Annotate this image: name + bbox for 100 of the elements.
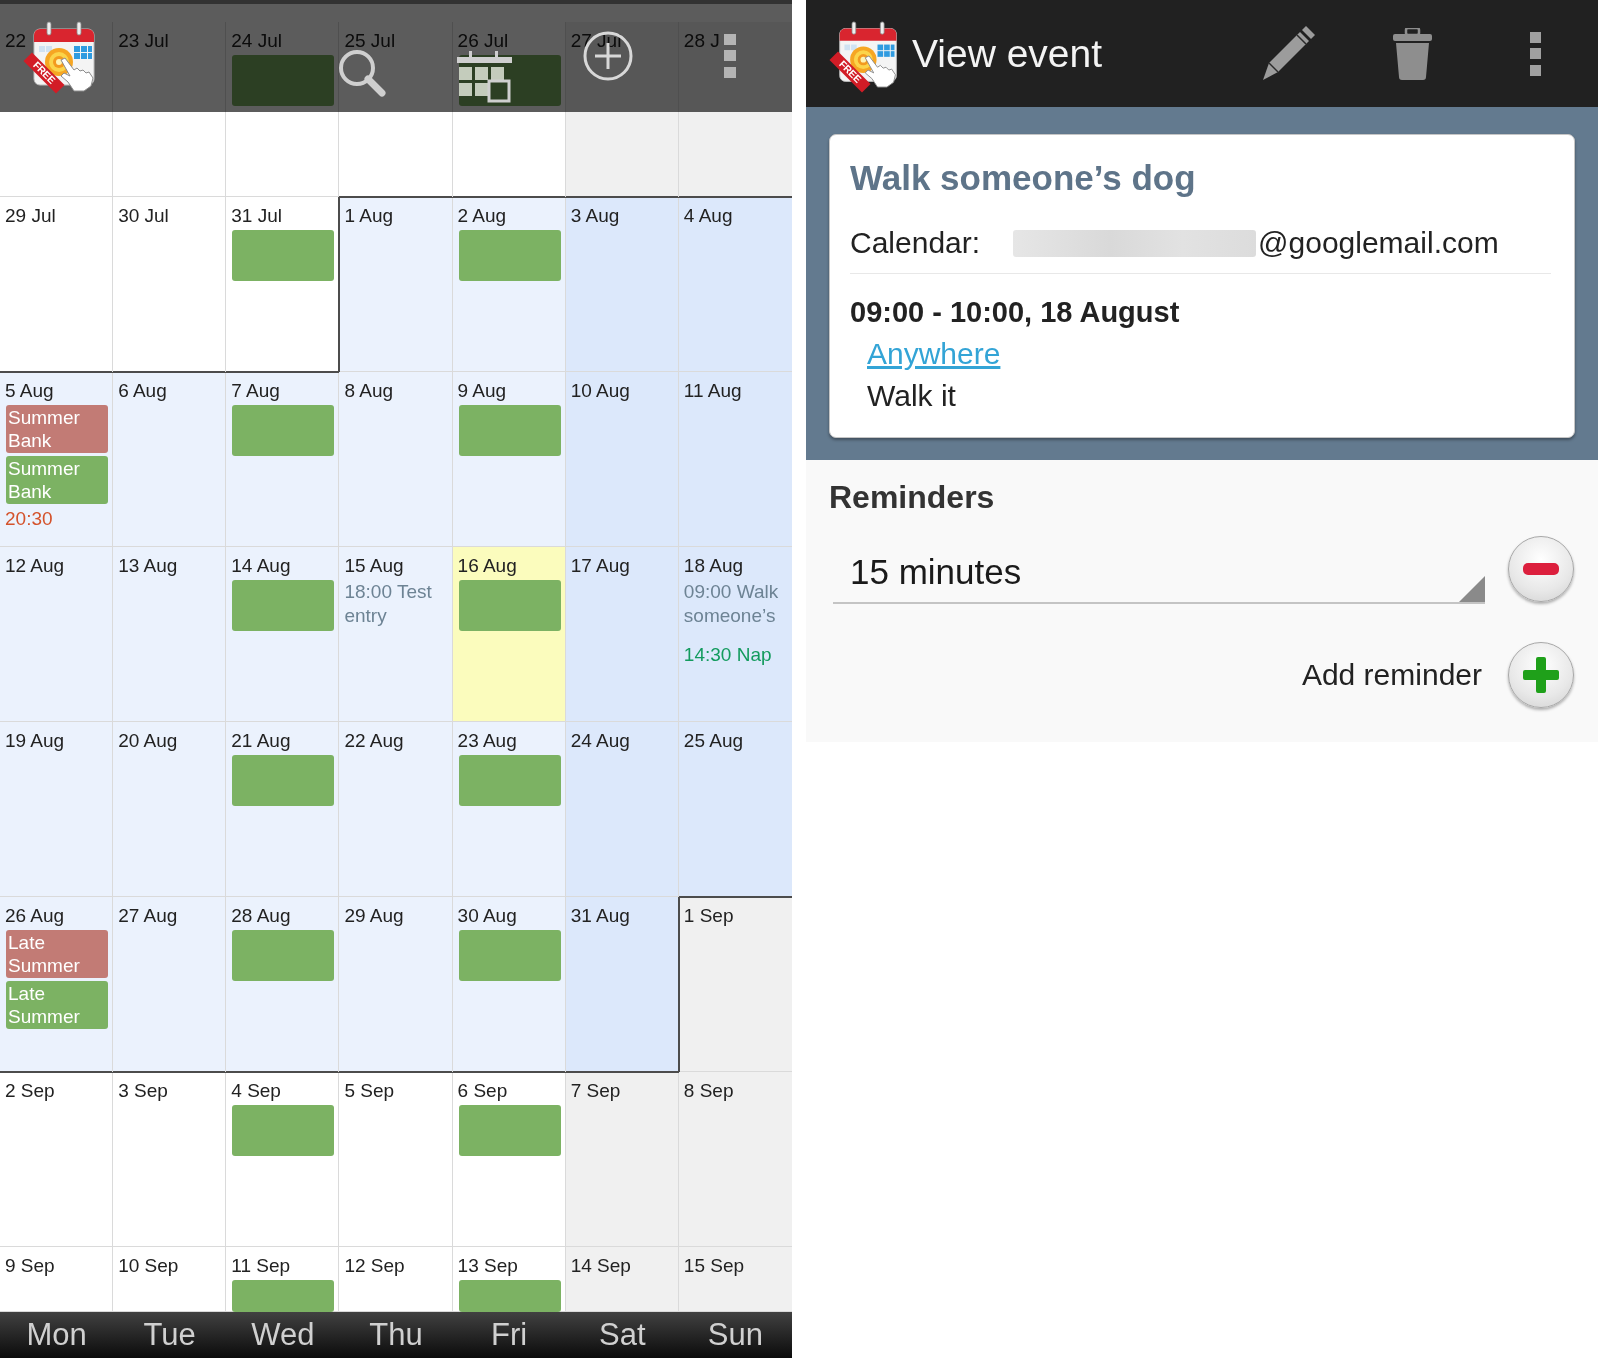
day-cell[interactable]: 1 Sep xyxy=(678,897,792,1072)
day-cell[interactable]: 3 Aug xyxy=(565,197,679,372)
date-label: 14 Sep xyxy=(570,1255,631,1277)
trash-icon[interactable] xyxy=(1392,27,1433,80)
weekday-label: Thu xyxy=(369,1316,423,1354)
day-cell[interactable]: 4 Sep xyxy=(226,1072,340,1247)
day-cell[interactable]: 9 Sep xyxy=(0,1247,114,1312)
day-cell[interactable]: 15 Aug 18:00 Test entry xyxy=(339,547,453,722)
day-cell[interactable]: 30 Aug xyxy=(452,897,566,1072)
date-label: 5 Aug xyxy=(5,380,54,402)
date-label: 2 Sep xyxy=(5,1080,55,1102)
event-text[interactable]: 18:00 Test entry xyxy=(344,580,450,628)
dropdown-corner-icon xyxy=(1459,576,1485,602)
day-cell[interactable]: 8 Aug xyxy=(339,372,453,547)
day-cell[interactable]: 10 Sep xyxy=(113,1247,227,1312)
date-label: 22 xyxy=(5,30,27,52)
day-cell[interactable]: 13 Sep xyxy=(452,1247,566,1312)
day-cell[interactable]: 12 Aug xyxy=(0,547,114,722)
date-label: 23 Jul xyxy=(118,30,169,52)
day-cell[interactable]: 31 Jul xyxy=(226,197,340,372)
day-cell[interactable]: 15 Sep xyxy=(678,1247,792,1312)
date-label: 9 Sep xyxy=(5,1255,55,1277)
weekday-label: Mon xyxy=(26,1316,87,1354)
remove-reminder-button[interactable] xyxy=(1508,536,1574,602)
date-label: 10 Aug xyxy=(570,380,630,402)
day-cell[interactable]: 6 Sep xyxy=(452,1072,566,1247)
event-text[interactable]: 20:30 xyxy=(5,507,53,531)
day-cell[interactable]: 13 Aug xyxy=(113,547,227,722)
day-cell[interactable]: 14 Aug xyxy=(226,547,340,722)
add-reminder-button[interactable] xyxy=(1508,642,1574,708)
day-cell[interactable]: 19 Aug xyxy=(0,722,114,897)
plus-icon xyxy=(1523,657,1559,693)
day-cell[interactable]: 31 Aug xyxy=(565,897,679,1072)
day-cell[interactable]: 1 Aug xyxy=(339,197,453,372)
day-cell[interactable]: 11 Aug xyxy=(678,372,792,547)
date-label: 23 Aug xyxy=(457,730,517,752)
date-label: 11 Aug xyxy=(683,380,742,402)
date-label: 11 Sep xyxy=(231,1255,291,1277)
date-label: 13 Sep xyxy=(457,1255,518,1277)
date-label: 15 Sep xyxy=(683,1255,745,1277)
day-cell[interactable]: 12 Sep xyxy=(339,1247,453,1312)
date-label: 12 Sep xyxy=(344,1255,405,1277)
weekday-label: Sun xyxy=(707,1316,763,1354)
search-icon[interactable] xyxy=(337,48,387,98)
day-cell[interactable]: 16 Aug xyxy=(452,547,566,722)
date-label: 29 Jul xyxy=(5,205,56,227)
day-cell[interactable]: 22 Aug xyxy=(339,722,453,897)
calendar-grid-icon[interactable] xyxy=(457,51,512,103)
day-cell[interactable]: 2 Aug xyxy=(452,197,566,372)
date-label: 20 Aug xyxy=(118,730,178,752)
day-cell[interactable]: 21 Aug xyxy=(226,722,340,897)
menu-icon[interactable] xyxy=(1530,31,1541,76)
menu-icon[interactable] xyxy=(724,34,736,78)
date-label: 7 Aug xyxy=(231,380,280,402)
event-title: Walk someone’s dog xyxy=(850,157,1196,199)
date-label: 18 Aug xyxy=(683,555,743,577)
day-cell[interactable]: 7 Aug xyxy=(226,372,340,547)
day-cell[interactable]: 24 Aug xyxy=(565,722,679,897)
day-cell[interactable]: 29 Jul xyxy=(0,197,114,372)
date-label: 26 Jul xyxy=(457,30,509,52)
day-cell[interactable]: 25 Aug xyxy=(678,722,792,897)
date-label: 9 Aug xyxy=(457,380,507,402)
day-cell[interactable]: 2 Sep xyxy=(0,1072,114,1247)
day-cell[interactable]: 10 Aug xyxy=(565,372,679,547)
day-cell[interactable]: 17 Aug xyxy=(565,547,679,722)
date-label: 4 Aug xyxy=(683,205,733,227)
date-label: 12 Aug xyxy=(5,555,65,577)
date-label: 25 Jul xyxy=(344,30,396,52)
date-label: 28 Aug xyxy=(231,905,291,927)
date-label: 24 Aug xyxy=(570,730,630,752)
day-cell[interactable]: 4 Aug xyxy=(678,197,792,372)
day-cell[interactable]: 30 Jul xyxy=(113,197,227,372)
screen-title: View event xyxy=(912,31,1103,76)
day-cell[interactable]: 28 Aug xyxy=(226,897,340,1072)
day-cell[interactable]: 7 Sep xyxy=(565,1072,679,1247)
date-label: 16 Aug xyxy=(457,555,517,577)
day-cell[interactable]: 29 Aug xyxy=(339,897,453,1072)
day-cell[interactable]: 14 Sep xyxy=(565,1247,679,1312)
day-cell[interactable]: 6 Aug xyxy=(113,372,227,547)
reminder-dropdown[interactable]: 15 minutes xyxy=(833,542,1485,604)
day-cell[interactable]: 27 Aug xyxy=(113,897,227,1072)
event-description: Walk it xyxy=(867,378,956,414)
date-label: 21 Aug xyxy=(231,730,291,752)
day-cell[interactable]: 3 Sep xyxy=(113,1072,227,1247)
add-reminder-label: Add reminder xyxy=(1301,658,1482,692)
day-cell[interactable]: 8 Sep xyxy=(678,1072,792,1247)
date-label: 17 Aug xyxy=(570,555,630,577)
date-label: 29 Aug xyxy=(344,905,404,927)
day-cell[interactable]: 11 Sep xyxy=(226,1247,340,1312)
day-cell[interactable]: 9 Aug xyxy=(452,372,566,547)
date-label: 22 Aug xyxy=(344,730,404,752)
day-cell[interactable]: 5 Aug Summer Bank Summer Bank 20:30 xyxy=(0,372,114,547)
calendar-email: @googlemail.com xyxy=(1258,226,1499,260)
day-cell[interactable]: 5 Sep xyxy=(339,1072,453,1247)
day-cell[interactable]: 23 Aug xyxy=(452,722,566,897)
date-label: 1 Sep xyxy=(683,905,734,927)
pencil-icon[interactable] xyxy=(1261,25,1315,82)
date-label: 30 Jul xyxy=(118,205,169,227)
day-cell[interactable]: 20 Aug xyxy=(113,722,227,897)
date-label: 8 Aug xyxy=(344,380,394,402)
